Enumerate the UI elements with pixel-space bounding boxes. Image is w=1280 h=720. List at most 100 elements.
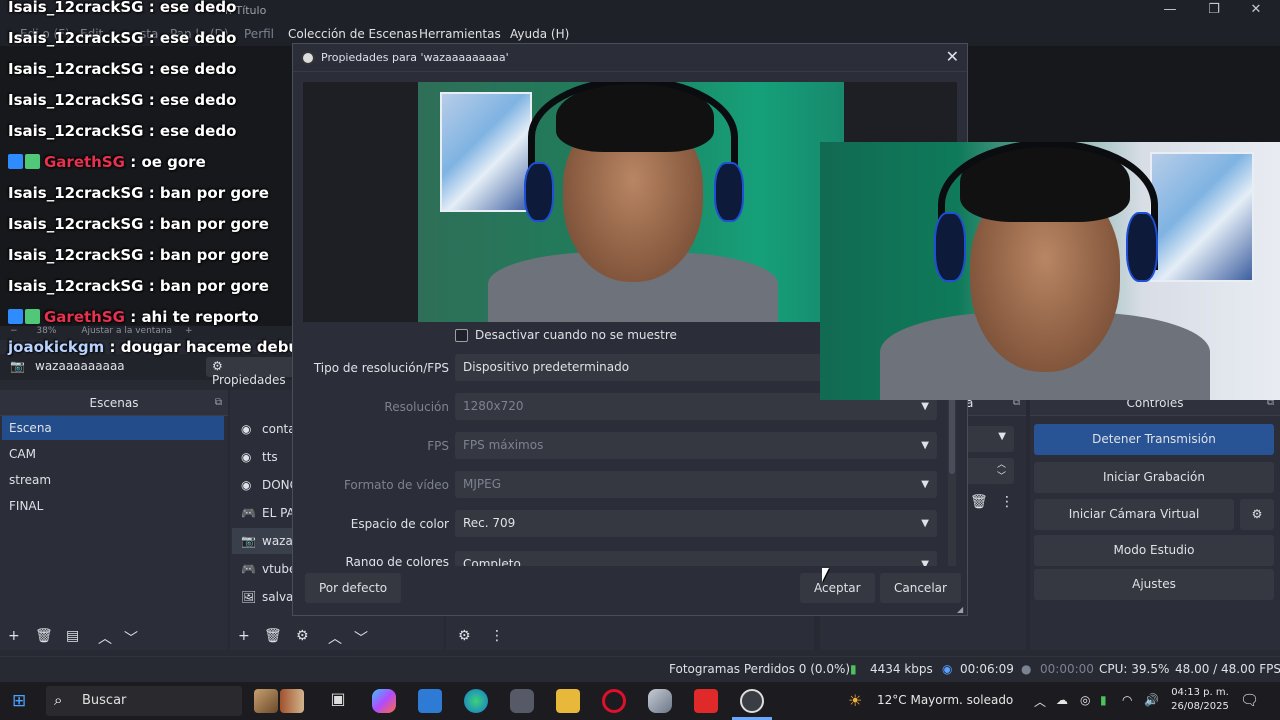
- books-icon[interactable]: [280, 689, 304, 713]
- mixer-settings-icon[interactable]: ⚙: [458, 628, 471, 644]
- camera-icon: 📷: [241, 534, 256, 548]
- stream-icon: ◉: [942, 662, 953, 676]
- tray-camera-icon[interactable]: ◎: [1080, 693, 1090, 707]
- minimize-button[interactable]: —: [1156, 2, 1184, 20]
- prop-label: Resolución: [384, 400, 449, 414]
- fps-readout: 48.00 / 48.00 FPS: [1175, 662, 1280, 676]
- virtual-camera-settings-button[interactable]: ⚙: [1240, 499, 1274, 530]
- app-icon[interactable]: [648, 689, 672, 713]
- close-window-button[interactable]: ✕: [1242, 2, 1270, 20]
- chat-text: ese dedo: [159, 0, 237, 16]
- color-range-select[interactable]: Completo ▼: [455, 551, 937, 566]
- add-scene-icon[interactable]: +: [8, 628, 20, 644]
- menu-help[interactable]: Ayuda (H): [510, 27, 569, 41]
- resize-grip-icon[interactable]: ◢: [957, 605, 963, 614]
- move-down-icon[interactable]: ﹀: [124, 628, 138, 648]
- prop-label: Rango de colores: [345, 555, 449, 566]
- more-icon[interactable]: ⋮: [490, 628, 504, 644]
- dropped-frames: Fotogramas Perdidos 0 (0.0%): [669, 662, 851, 676]
- chevron-down-icon: ▼: [921, 440, 929, 451]
- popout-icon[interactable]: ⧉: [215, 390, 222, 416]
- source-label: tts: [262, 450, 278, 464]
- add-source-icon[interactable]: +: [238, 628, 250, 644]
- chat-message: Isais_12crackSG : ese dedo: [8, 122, 236, 140]
- prop-label: Formato de vídeo: [343, 478, 449, 492]
- selected-source-name: wazaaaaaaaaa: [35, 359, 125, 373]
- source-label: EL PA: [262, 506, 295, 520]
- stop-streaming-button[interactable]: Detener Transmisión: [1034, 424, 1274, 455]
- store-icon[interactable]: [418, 689, 442, 713]
- wps-icon[interactable]: [694, 689, 718, 713]
- start-recording-button[interactable]: Iniciar Grabación: [1034, 462, 1274, 493]
- move-down-icon[interactable]: ﹀: [354, 628, 368, 648]
- scene-item-final[interactable]: FINAL: [2, 494, 224, 518]
- edge-icon[interactable]: [464, 689, 488, 713]
- notifications-icon[interactable]: 🗨: [1240, 691, 1259, 709]
- color-space-select[interactable]: Rec. 709 ▼: [455, 510, 937, 537]
- obs-taskbar-icon[interactable]: [740, 689, 764, 713]
- start-virtual-camera-button[interactable]: Iniciar Cámara Virtual: [1034, 499, 1234, 530]
- video-format-select[interactable]: MJPEG ▼: [455, 471, 937, 498]
- tray-expand-icon[interactable]: ︿: [1034, 693, 1046, 710]
- file-explorer-icon[interactable]: [556, 689, 580, 713]
- task-view-icon[interactable]: ▣: [326, 689, 350, 713]
- record-icon: ●: [1021, 662, 1032, 676]
- record-time: 00:00:00: [1040, 662, 1094, 676]
- select-value: Rec. 709: [463, 516, 516, 530]
- opera-icon[interactable]: [602, 689, 626, 713]
- signal-icon: ▮: [850, 662, 857, 676]
- settings-button[interactable]: Ajustes: [1034, 569, 1274, 600]
- prop-label: FPS: [427, 439, 449, 453]
- copilot-icon[interactable]: [372, 689, 396, 713]
- bitrate: 4434 kbps: [870, 662, 933, 676]
- stepper-arrows-icon[interactable]: ︿ ﹀: [997, 459, 1006, 483]
- chat-separator: :: [143, 184, 160, 202]
- cancel-button[interactable]: Cancelar: [880, 573, 961, 603]
- weather-text[interactable]: 12°C Mayorm. soleado: [877, 693, 1013, 707]
- properties-button[interactable]: ⚙ Propiedades: [206, 357, 300, 387]
- chat-separator: :: [143, 215, 160, 233]
- deactivate-checkbox[interactable]: [455, 329, 468, 342]
- properties-button-label: Propiedades: [212, 373, 286, 387]
- wifi-icon[interactable]: ◠: [1122, 693, 1132, 707]
- fps-select[interactable]: FPS máximos ▼: [455, 432, 937, 459]
- chat-badges: [8, 153, 44, 171]
- maximize-button[interactable]: ❐: [1200, 2, 1228, 20]
- chat-message: Isais_12crackSG : ban por gore: [8, 215, 269, 233]
- scene-item-cam[interactable]: CAM: [2, 442, 224, 466]
- studio-mode-button[interactable]: Modo Estudio: [1034, 535, 1274, 566]
- gear-icon: ⚙: [1251, 507, 1263, 521]
- scene-item-stream[interactable]: stream: [2, 468, 224, 492]
- menu-tools[interactable]: Herramientas: [419, 27, 501, 41]
- game-badge-icon: [25, 154, 40, 169]
- defaults-button[interactable]: Por defecto: [305, 573, 402, 603]
- scene-filters-icon[interactable]: ▤: [66, 628, 79, 644]
- browser-icon: ◉: [241, 450, 252, 464]
- obs-logo-icon: [301, 51, 315, 65]
- taskbar-search[interactable]: ⌕ Buscar: [46, 686, 242, 716]
- move-up-icon[interactable]: ︿: [328, 628, 342, 648]
- chat-message: Isais_12crackSG : ese dedo: [8, 91, 236, 109]
- chat-message: Isais_12crackSG : ese dedo: [8, 60, 236, 78]
- volume-icon[interactable]: 🔊: [1144, 693, 1159, 707]
- remove-source-icon[interactable]: 🗑: [264, 628, 282, 644]
- search-highlight-icon[interactable]: [254, 689, 278, 713]
- select-value: 1280x720: [463, 399, 524, 413]
- prop-label: Espacio de color: [350, 517, 449, 531]
- microphone-app-icon[interactable]: [510, 689, 534, 713]
- trash-icon[interactable]: 🗑: [970, 494, 988, 510]
- system-clock[interactable]: 04:13 p. m. 26/08/2025: [1170, 686, 1230, 714]
- tray-cloud-icon[interactable]: ☁: [1056, 693, 1068, 707]
- gear-icon[interactable]: ⚙: [296, 628, 309, 644]
- prop-row-fps: FPS FPS máximos ▼: [293, 432, 967, 462]
- close-icon[interactable]: ✕: [946, 47, 959, 66]
- tray-battery-icon[interactable]: ▮: [1100, 693, 1107, 707]
- select-value: MJPEG: [463, 477, 502, 491]
- chat-username: Isais_12crackSG: [8, 0, 144, 16]
- scene-item-escena[interactable]: Escena: [2, 416, 224, 440]
- ok-button[interactable]: Aceptar: [800, 573, 875, 603]
- move-up-icon[interactable]: ︿: [98, 628, 112, 648]
- more-icon[interactable]: ⋮: [1000, 494, 1014, 510]
- windows-start-icon[interactable]: ⊞: [12, 691, 26, 711]
- remove-scene-icon[interactable]: 🗑: [35, 628, 53, 644]
